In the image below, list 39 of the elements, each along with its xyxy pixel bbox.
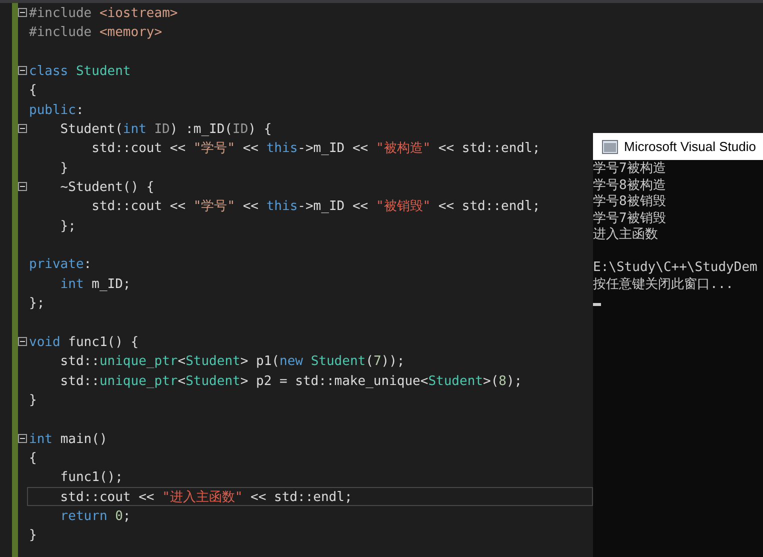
code-line: return 0; bbox=[59, 508, 132, 526]
console-output-line: 学号8被构造 bbox=[593, 178, 667, 194]
code-line: Student(int ID) :m_ID(ID) { bbox=[59, 121, 273, 138]
collapse-icon[interactable] bbox=[18, 66, 27, 76]
code-line: int m_ID; bbox=[59, 276, 132, 294]
console-app-icon bbox=[602, 140, 618, 154]
code-line: } bbox=[28, 527, 38, 545]
code-line: std::unique_ptr<Student> p2 = std::make_unique<Student>(8); bbox=[59, 372, 524, 390]
code-line: std::cout << "学号" << this->m_ID << "被构造" << std::endl; bbox=[90, 140, 542, 158]
console-output-line: 按任意键关闭此窗口... bbox=[593, 276, 734, 293]
code-line: int main() bbox=[28, 430, 108, 448]
code-line: } bbox=[28, 392, 38, 410]
code-line: std::unique_ptr<Student> p1(new Student(7)); bbox=[59, 353, 406, 371]
code-line: void func1() { bbox=[28, 334, 140, 352]
code-line: func1(); bbox=[59, 469, 124, 487]
console-output-line: 进入主函数 bbox=[593, 227, 659, 244]
collapse-icon[interactable] bbox=[18, 434, 27, 443]
code-line: ~Student() { bbox=[59, 179, 156, 196]
console-output-line: 学号7被构造 bbox=[593, 161, 667, 178]
code-line: { bbox=[28, 82, 38, 100]
code-line: }; bbox=[28, 295, 46, 312]
collapse-icon[interactable] bbox=[18, 8, 27, 18]
code-line: public: bbox=[28, 102, 85, 120]
console-output-line: E:\Study\C++\StudyDem bbox=[593, 260, 758, 276]
console-output-line: 学号8被销毁 bbox=[593, 194, 667, 210]
code-line: class Student bbox=[28, 63, 132, 80]
code-line: #include <memory> bbox=[28, 24, 164, 42]
code-line: } bbox=[59, 160, 70, 178]
code-line: }; bbox=[59, 218, 77, 236]
code-line: #include <iostream> bbox=[28, 5, 179, 22]
code-line: std::cout << "学号" << this->m_ID << "被销毁" << std::endl; bbox=[90, 198, 542, 216]
code-line: { bbox=[28, 450, 38, 468]
window-title: Microsoft Visual Studio bbox=[624, 139, 756, 154]
collapse-icon[interactable] bbox=[18, 337, 27, 346]
collapse-icon[interactable] bbox=[18, 182, 27, 192]
text-cursor bbox=[593, 303, 601, 306]
console-output-line: 学号7被销毁 bbox=[593, 210, 667, 227]
collapse-icon[interactable] bbox=[18, 124, 27, 134]
code-line: private: bbox=[28, 256, 93, 274]
